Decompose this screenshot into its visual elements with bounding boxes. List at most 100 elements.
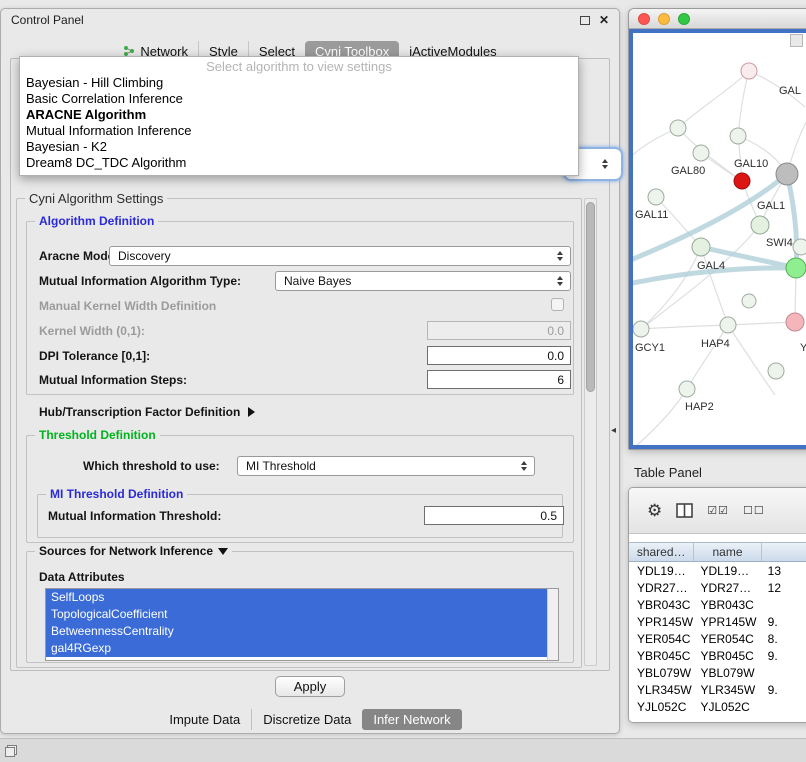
kernel-width-field[interactable]: 0.0 <box>427 321 571 340</box>
cell[interactable]: 9. <box>762 682 806 699</box>
node-bright-green[interactable] <box>786 258 806 278</box>
node-swi4[interactable] <box>793 239 806 255</box>
cell[interactable]: YJL052C <box>694 699 761 716</box>
cell[interactable] <box>762 597 806 614</box>
attribute-item[interactable]: BetweennessCentrality <box>46 623 547 640</box>
tab-discretize-data[interactable]: Discretize Data <box>251 709 362 730</box>
cell[interactable]: YDL19… <box>694 563 761 580</box>
splitter-collapse-icon[interactable]: ◂ <box>611 425 616 436</box>
cell[interactable]: YBR043C <box>694 597 761 614</box>
node-gal4[interactable] <box>692 238 710 256</box>
cell[interactable]: 9. <box>762 614 806 631</box>
apply-button[interactable]: Apply <box>275 676 345 697</box>
table-row[interactable]: YLR345WYLR345W9. <box>629 682 806 699</box>
node[interactable] <box>768 363 784 379</box>
algorithm-option[interactable]: Mutual Information Inference <box>20 123 578 139</box>
node-gcy1[interactable] <box>633 321 649 337</box>
node-salmon[interactable] <box>786 313 804 331</box>
tab-impute-data[interactable]: Impute Data <box>158 709 251 730</box>
hub-definition-section[interactable]: Hub/Transcription Factor Definition <box>39 405 255 419</box>
cell[interactable]: YER054C <box>629 631 694 648</box>
cell[interactable]: 8. <box>762 631 806 648</box>
cell[interactable]: YLR345W <box>694 682 761 699</box>
scrollbar-thumb[interactable] <box>586 202 595 392</box>
scrollbar-button[interactable] <box>790 34 803 47</box>
manual-kernel-width-checkbox[interactable] <box>551 298 564 311</box>
cell[interactable]: 9. <box>762 648 806 665</box>
cell[interactable] <box>762 699 806 716</box>
column-header[interactable] <box>762 543 806 561</box>
cell[interactable]: YJL052C <box>629 699 694 716</box>
aracne-mode-combobox[interactable]: Discovery <box>109 246 571 266</box>
node-gal11[interactable] <box>648 189 664 205</box>
cell[interactable]: YER054C <box>694 631 761 648</box>
data-attributes-list[interactable]: SelfLoops TopologicalCoefficient Between… <box>45 588 559 661</box>
show-columns-icon[interactable] <box>676 503 693 518</box>
node[interactable] <box>742 294 756 308</box>
node[interactable] <box>670 120 686 136</box>
network-graph[interactable]: GAL GAL80 GAL10 GAL11 GAL1 SWI4 GAL4 GCY… <box>633 33 806 447</box>
node[interactable] <box>730 128 746 144</box>
algorithm-option[interactable]: Bayesian - Hill Climbing <box>20 75 578 91</box>
node-gal80[interactable] <box>693 145 709 161</box>
zoom-traffic-light-icon[interactable] <box>678 13 690 25</box>
attribute-item[interactable]: TopologicalCoefficient <box>46 606 547 623</box>
node-hap4[interactable] <box>720 317 736 333</box>
table-row[interactable]: YJL052CYJL052C <box>629 699 806 716</box>
gear-icon[interactable]: ⚙ <box>647 501 662 521</box>
algorithm-option[interactable]: Basic Correlation Inference <box>20 91 578 107</box>
network-window-titlebar[interactable] <box>629 9 806 29</box>
table-row[interactable]: YBR045CYBR045C9. <box>629 648 806 665</box>
node-gal10-red[interactable] <box>734 173 750 189</box>
minimize-traffic-light-icon[interactable] <box>658 13 670 25</box>
close-icon[interactable]: ✕ <box>599 14 609 26</box>
cell[interactable]: YDR27… <box>629 580 694 597</box>
which-threshold-combobox[interactable]: MI Threshold <box>237 456 535 476</box>
column-header-shared-name[interactable]: shared… <box>629 543 694 561</box>
node-hap2[interactable] <box>679 381 695 397</box>
settings-scrollbar[interactable] <box>584 198 597 666</box>
float-window-icon[interactable] <box>580 16 590 25</box>
cell[interactable]: YBL079W <box>694 665 761 682</box>
mi-steps-field[interactable]: 6 <box>427 370 571 389</box>
table-row[interactable]: YDL19…YDL19…13 <box>629 563 806 580</box>
cell[interactable]: 12 <box>762 580 806 597</box>
close-traffic-light-icon[interactable] <box>638 13 650 25</box>
table-row[interactable]: YBR043CYBR043C <box>629 597 806 614</box>
table-row[interactable]: YDR27…YDR27…12 <box>629 580 806 597</box>
node-hub-gray[interactable] <box>776 163 798 185</box>
table-row[interactable]: YBL079WYBL079W <box>629 665 806 682</box>
list-scrollbar[interactable] <box>547 589 558 660</box>
algorithm-option[interactable]: Dream8 DC_TDC Algorithm <box>20 155 578 171</box>
sources-section-header[interactable]: Sources for Network Inference <box>35 544 232 558</box>
cell[interactable]: YPR145W <box>694 614 761 631</box>
column-header-name[interactable]: name <box>694 543 761 561</box>
control-panel-titlebar[interactable]: Control Panel ✕ <box>1 9 619 31</box>
algorithm-option[interactable]: Bayesian - K2 <box>20 139 578 155</box>
cell[interactable]: YLR345W <box>629 682 694 699</box>
node-gal1[interactable] <box>751 216 769 234</box>
mi-algorithm-type-combobox[interactable]: Naive Bayes <box>275 271 571 291</box>
cell[interactable]: YBR045C <box>629 648 694 665</box>
tab-infer-network[interactable]: Infer Network <box>362 709 461 730</box>
mi-threshold-field[interactable]: 0.5 <box>424 506 564 525</box>
cell[interactable]: YBR045C <box>694 648 761 665</box>
cell[interactable] <box>762 665 806 682</box>
cell[interactable]: YDR27… <box>694 580 761 597</box>
select-all-icon[interactable]: ☑☑ <box>707 504 729 517</box>
node[interactable] <box>741 63 757 79</box>
table-row[interactable]: YER054CYER054C8. <box>629 631 806 648</box>
cell[interactable]: YBL079W <box>629 665 694 682</box>
algorithm-option-selected[interactable]: ARACNE Algorithm <box>20 107 578 123</box>
network-canvas[interactable]: GAL GAL80 GAL10 GAL11 GAL1 SWI4 GAL4 GCY… <box>629 29 806 449</box>
cell[interactable]: YDL19… <box>629 563 694 580</box>
deselect-all-icon[interactable]: ☐☐ <box>743 504 765 517</box>
cell[interactable]: YPR145W <box>629 614 694 631</box>
attribute-item[interactable]: SelfLoops <box>46 589 547 606</box>
table-row[interactable]: YPR145WYPR145W9. <box>629 614 806 631</box>
restore-panel-icon[interactable] <box>4 744 18 758</box>
cell[interactable]: YBR043C <box>629 597 694 614</box>
cell[interactable]: 13 <box>762 563 806 580</box>
dpi-tolerance-field[interactable]: 0.0 <box>427 346 571 365</box>
attribute-item[interactable]: gal4RGexp <box>46 640 547 657</box>
